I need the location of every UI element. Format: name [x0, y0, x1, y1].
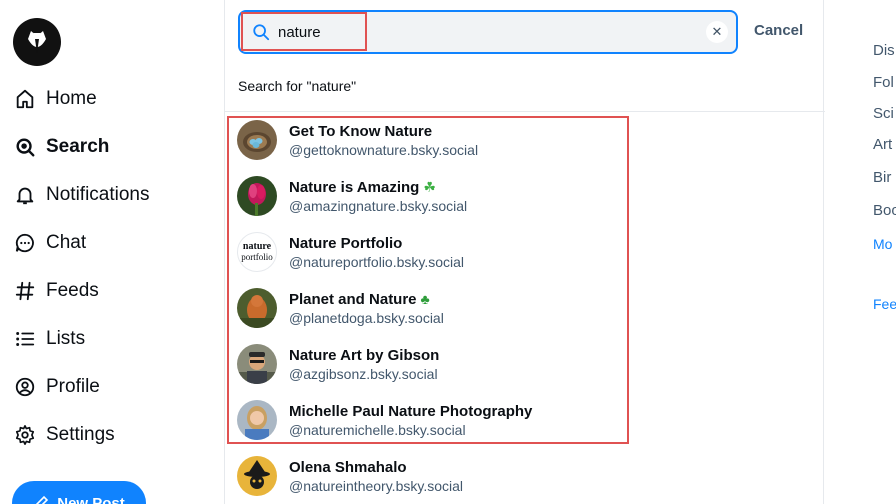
home-icon: [16, 89, 34, 109]
feed-link[interactable]: Sci: [873, 105, 894, 122]
feed-link[interactable]: Boo: [873, 202, 896, 219]
result-name: Nature Portfolio: [289, 234, 403, 252]
nav-settings-label: Settings: [46, 424, 115, 445]
avatar: [237, 176, 277, 216]
portfolio-logo-line1: nature: [242, 241, 272, 252]
left-nav: Home Search Notifications Chat Feeds Lis…: [0, 0, 224, 504]
avatar: [237, 344, 277, 384]
result-handle: @naturemichelle.bsky.social: [289, 421, 466, 438]
result-handle: @planetdoga.bsky.social: [289, 309, 444, 326]
result-handle: @natureportfolio.bsky.social: [289, 253, 465, 270]
result-handle: @azgibsonz.bsky.social: [289, 365, 438, 382]
nav-profile[interactable]: Profile: [14, 371, 100, 403]
hash-icon: [15, 281, 35, 301]
result-row[interactable]: nature portfolio Nature Portfolio @natur…: [237, 224, 464, 280]
search-for-suggestion[interactable]: Search for "nature": [238, 78, 356, 94]
bell-icon: [16, 187, 34, 205]
feed-link[interactable]: Dis: [873, 42, 895, 59]
result-handle: @gettoknownature.bsky.social: [289, 141, 479, 158]
compose-icon: [36, 495, 49, 504]
new-post-label: New Post: [57, 494, 125, 504]
result-name: Olena Shmahalo: [289, 458, 407, 476]
result-handle: @amazingnature.bsky.social: [289, 197, 468, 214]
result-name: Nature is Amazing: [289, 178, 420, 196]
result-name: Get To Know Nature: [289, 122, 433, 140]
result-row[interactable]: Planet and Nature ♣ @planetdoga.bsky.soci…: [237, 280, 444, 336]
feedback-link[interactable]: Fee: [873, 296, 896, 312]
gear-icon: [15, 425, 35, 445]
new-post-button[interactable]: New Post: [12, 481, 146, 504]
feed-link[interactable]: Art: [873, 136, 892, 153]
avatar: [237, 400, 277, 440]
nav-feeds[interactable]: Feeds: [14, 275, 99, 307]
result-row[interactable]: Nature is Amazing ☘ @amazingnature.bsky.s…: [237, 168, 467, 224]
logo-icon: [28, 31, 46, 53]
nav-home[interactable]: Home: [14, 83, 97, 115]
result-row[interactable]: Olena Shmahalo @natureintheory.bsky.soci…: [237, 448, 463, 504]
cancel-button[interactable]: Cancel: [754, 22, 803, 39]
avatar: [237, 456, 277, 496]
search-bar[interactable]: nature ✕: [238, 10, 738, 54]
shamrock-icon: ☘: [423, 178, 436, 195]
search-icon: [253, 24, 270, 41]
more-feeds-link[interactable]: Mo: [873, 236, 892, 252]
result-row[interactable]: Nature Art by Gibson @azgibsonz.bsky.soc…: [237, 336, 439, 392]
avatar: [237, 120, 277, 160]
nav-notifications-label: Notifications: [46, 184, 150, 205]
nav-search[interactable]: Search: [14, 131, 109, 163]
nav-lists-label: Lists: [46, 328, 86, 349]
clear-search-button[interactable]: ✕: [706, 21, 728, 43]
portfolio-logo-line2: portfolio: [241, 252, 273, 262]
feed-link[interactable]: Fol: [873, 74, 894, 91]
clover-icon: ♣: [420, 290, 430, 307]
main-column: nature ✕ Cancel Search for "nature" Get …: [224, 0, 825, 504]
avatar: nature portfolio: [237, 232, 277, 272]
avatar: [237, 288, 277, 328]
nav-feeds-label: Feeds: [46, 280, 99, 301]
list-icon: [16, 332, 35, 346]
result-handle: @natureintheory.bsky.social: [289, 477, 463, 494]
nav-settings[interactable]: Settings: [14, 419, 115, 451]
search-icon: [16, 138, 35, 157]
right-sidebar: Dis Fol Sci Art Bir Boo Mo Fee: [825, 0, 896, 504]
nav-lists[interactable]: Lists: [14, 323, 85, 355]
close-icon: ✕: [711, 24, 723, 39]
nav-chat[interactable]: Chat: [14, 227, 86, 259]
chat-icon: [15, 233, 34, 253]
search-input[interactable]: nature: [278, 24, 706, 41]
feed-link[interactable]: Bir: [873, 169, 891, 186]
nav-search-label: Search: [46, 136, 110, 157]
result-row[interactable]: Michelle Paul Nature Photography @nature…: [237, 392, 532, 448]
nav-chat-label: Chat: [46, 232, 87, 253]
result-row[interactable]: Get To Know Nature @gettoknownature.bsky…: [237, 112, 478, 168]
profile-icon: [15, 377, 35, 397]
app-logo[interactable]: [13, 18, 61, 66]
result-name: Nature Art by Gibson: [289, 346, 440, 364]
nav-notifications[interactable]: Notifications: [14, 179, 150, 211]
result-name: Planet and Nature: [289, 290, 417, 308]
result-name: Michelle Paul Nature Photography: [289, 402, 533, 420]
nav-profile-label: Profile: [46, 376, 100, 397]
nav-home-label: Home: [46, 88, 97, 109]
